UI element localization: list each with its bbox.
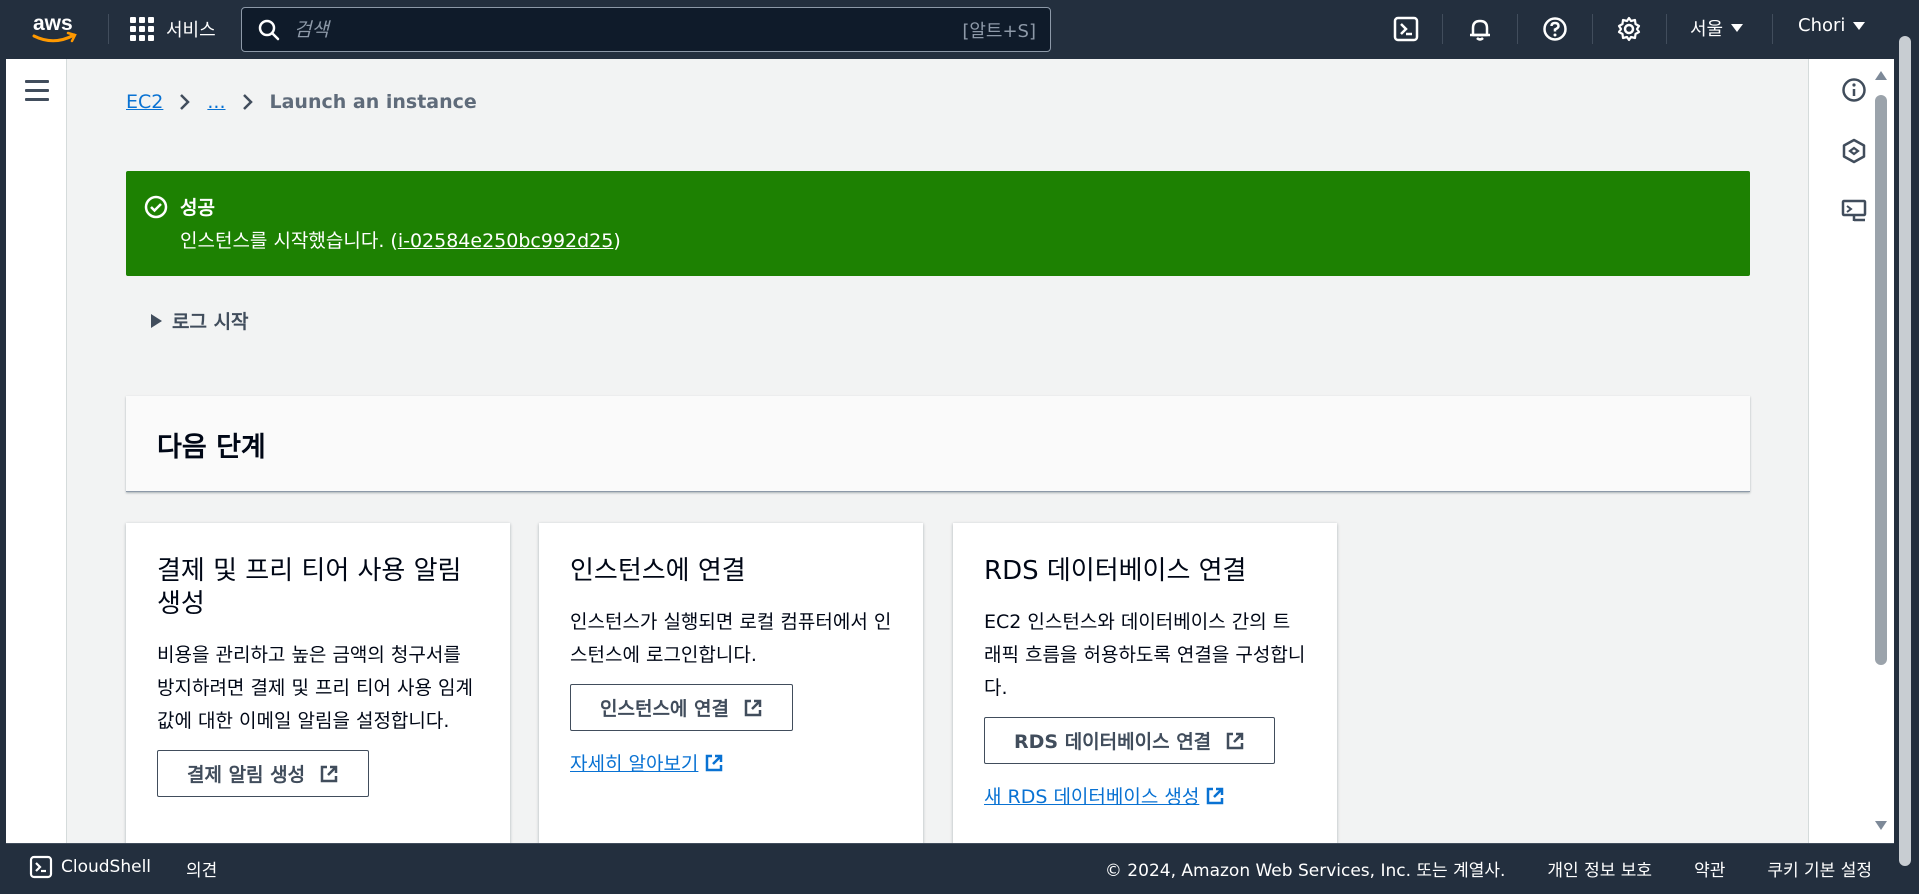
menu-icon[interactable] (25, 80, 49, 102)
check-circle-icon (144, 195, 168, 223)
console-footer: CloudShell 의견 © 2024, Amazon Web Service… (6, 843, 1894, 888)
nav-divider (1592, 14, 1593, 44)
external-link-icon (1226, 732, 1244, 749)
breadcrumb-ellipsis-link[interactable]: ... (207, 91, 225, 113)
learn-more-link[interactable]: 자세히 알아보기 (570, 749, 724, 776)
feedback-icon (1841, 199, 1867, 222)
scroll-thumb[interactable] (1875, 95, 1887, 665)
terminal-icon (1393, 16, 1419, 42)
create-billing-alert-button[interactable]: 결제 알림 생성 (157, 750, 370, 797)
terms-link[interactable]: 약관 (1694, 856, 1725, 881)
nav-divider (1442, 14, 1443, 44)
help-icon (1543, 17, 1567, 41)
card-description: 비용을 관리하고 높은 금액의 청구서를 방지하려면 결제 및 프리 티어 사용… (157, 644, 473, 732)
terminal-icon (29, 855, 53, 879)
info-icon (1842, 78, 1866, 102)
cookie-preferences-link[interactable]: 쿠키 기본 설정 (1767, 856, 1872, 881)
billing-alert-card: 결제 및 프리 티어 사용 알림 생성 비용을 관리하고 높은 금액의 청구서를… (126, 523, 510, 843)
card-title: 결제 및 프리 티어 사용 알림 생성 (157, 556, 462, 619)
hexagon-icon (1842, 138, 1866, 164)
next-steps-title: 다음 단계 (157, 432, 266, 463)
connect-instance-card: 인스턴스에 연결 인스턴스가 실행되면 로컬 컴퓨터에서 인스턴스에 로그인합니… (539, 523, 923, 843)
next-steps-header: 다음 단계 (126, 396, 1750, 492)
breadcrumb: EC2 ... Launch an instance (126, 87, 477, 117)
flash-message-prefix: 인스턴스를 시작했습니다. ( (180, 230, 398, 252)
launch-log-label: 로그 시작 (172, 311, 249, 333)
breadcrumb-current: Launch an instance (269, 91, 477, 113)
breadcrumb-ec2-link[interactable]: EC2 (126, 91, 163, 113)
success-flash-message: 성공 인스턴스를 시작했습니다. (i-02584e250bc992d25) (126, 171, 1750, 276)
create-rds-link[interactable]: 새 RDS 데이터베이스 생성 (984, 782, 1225, 809)
card-description: EC2 인스턴스와 데이터베이스 간의 트래픽 흐름을 허용하도록 연결을 구성… (984, 611, 1306, 699)
feedback-link[interactable]: 의견 (186, 856, 217, 881)
top-navigation: aws 서비스 [알트+S] (0, 0, 1919, 59)
gear-icon (1617, 16, 1641, 42)
launch-log-expander[interactable]: 로그 시작 (151, 307, 249, 334)
account-menu[interactable]: Chori (1798, 15, 1866, 36)
link-label: 자세히 알아보기 (570, 753, 699, 775)
cloudshell-terminal-button[interactable] (1391, 14, 1421, 44)
caret-right-icon (151, 313, 162, 328)
caret-down-icon (1731, 24, 1744, 32)
card-title: 인스턴스에 연결 (570, 556, 746, 586)
nav-divider (1666, 14, 1667, 44)
notifications-button[interactable] (1465, 14, 1495, 44)
help-button[interactable] (1540, 14, 1570, 44)
region-selector[interactable]: 서울 (1690, 15, 1744, 41)
feedback-panel-button[interactable] (1839, 196, 1869, 226)
button-label: RDS 데이터베이스 연결 (1014, 731, 1212, 753)
flash-message-suffix: ) (613, 230, 621, 252)
nav-divider (1772, 14, 1773, 44)
nav-divider (1517, 14, 1518, 44)
privacy-link[interactable]: 개인 정보 보호 (1547, 856, 1652, 881)
nav-divider (108, 14, 109, 44)
chevron-right-icon (179, 93, 191, 111)
button-label: 결제 알림 생성 (187, 764, 306, 786)
flash-title: 성공 (180, 197, 215, 219)
region-label: 서울 (1690, 19, 1724, 40)
search-icon (258, 19, 280, 40)
button-label: 인스턴스에 연결 (600, 698, 729, 720)
settings-button[interactable] (1614, 14, 1644, 44)
services-menu-button[interactable]: 서비스 (130, 14, 216, 44)
main-content: EC2 ... Launch an instance 성공 인스턴스를 시작했습… (67, 59, 1808, 843)
connect-instance-button[interactable]: 인스턴스에 연결 (570, 684, 793, 731)
window-scrollbar[interactable] (1894, 30, 1916, 894)
search-bar[interactable]: [알트+S] (241, 7, 1051, 52)
link-label: 새 RDS 데이터베이스 생성 (984, 786, 1200, 808)
external-link-icon (1207, 787, 1224, 804)
scroll-up-icon[interactable] (1875, 71, 1887, 80)
scroll-down-icon[interactable] (1875, 821, 1887, 830)
cloudshell-button[interactable]: CloudShell (29, 855, 151, 879)
card-description: 인스턴스가 실행되면 로컬 컴퓨터에서 인스턴스에 로그인합니다. (570, 611, 892, 666)
connect-rds-button[interactable]: RDS 데이터베이스 연결 (984, 717, 1276, 764)
content-scrollbar[interactable] (1867, 59, 1893, 843)
window-scroll-thumb[interactable] (1899, 36, 1911, 866)
rds-connect-card: RDS 데이터베이스 연결 EC2 인스턴스와 데이터베이스 간의 트래픽 흐름… (953, 523, 1337, 843)
search-input[interactable] (294, 18, 963, 41)
search-shortcut-hint: [알트+S] (962, 20, 1036, 42)
external-link-icon (706, 754, 723, 771)
footer-links: © 2024, Amazon Web Services, Inc. 또는 계열사… (1105, 856, 1872, 881)
caret-down-icon (1853, 21, 1866, 30)
services-label: 서비스 (166, 20, 216, 41)
info-panel-button[interactable] (1839, 75, 1869, 105)
aws-logo[interactable]: aws (30, 10, 80, 46)
chevron-right-icon (242, 93, 254, 111)
instance-id-link[interactable]: i-02584e250bc992d25 (398, 230, 614, 252)
user-label: Chori (1798, 15, 1846, 36)
external-link-icon (744, 699, 762, 716)
bell-icon (1470, 19, 1490, 41)
cloudshell-label: CloudShell (61, 857, 152, 877)
hexagon-panel-button[interactable] (1839, 136, 1869, 166)
grid-icon (130, 17, 154, 41)
flash-message: 인스턴스를 시작했습니다. (i-02584e250bc992d25) (180, 226, 621, 253)
svg-text:aws: aws (33, 12, 73, 35)
copyright-text: © 2024, Amazon Web Services, Inc. 또는 계열사… (1104, 861, 1506, 881)
external-link-icon (320, 765, 338, 782)
card-title: RDS 데이터베이스 연결 (984, 556, 1247, 586)
side-navigation-rail (6, 59, 67, 843)
